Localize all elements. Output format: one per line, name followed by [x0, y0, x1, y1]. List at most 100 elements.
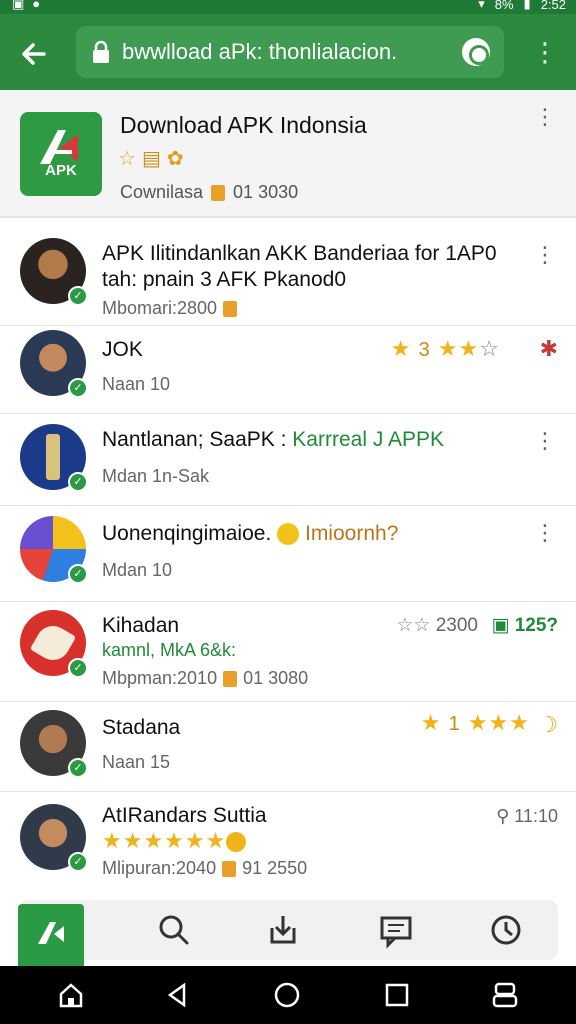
download-badge-icon — [211, 184, 226, 201]
list-item[interactable]: ✓ AtIRandars Suttia ★★★★★★ Mlipuran:2040… — [0, 792, 576, 888]
app-logo: APK — [20, 112, 102, 196]
more-options-icon[interactable]: ⋮ — [534, 430, 556, 452]
download-badge-icon — [222, 860, 237, 877]
download-badge-icon — [223, 670, 238, 687]
item-subtitle: Mdan 1n-Sak — [102, 466, 210, 486]
item-title-text: Uonenqingimaioe. — [102, 522, 272, 545]
avatar: ✓ — [20, 424, 88, 492]
item-title-accent: Karrreal J APPK — [292, 428, 445, 451]
battery-icon: ▮ — [523, 0, 531, 11]
recents-icon[interactable] — [382, 980, 412, 1010]
bottom-navigation — [18, 900, 558, 970]
rating-block: ☆☆ 2300 — [396, 614, 478, 637]
home-nav-button[interactable] — [18, 904, 84, 970]
item-subtitle: Naan 10 — [102, 374, 171, 394]
item-title: Kihadan — [102, 614, 180, 637]
list-item[interactable]: ✓ Kihadan kamnl, MkA 6&k: Mbpman:2010 01… — [0, 602, 576, 702]
overflow-menu-icon[interactable]: ⋮ — [532, 38, 558, 66]
item-title: Stadana — [102, 716, 181, 739]
avatar: ✓ — [20, 238, 88, 306]
address-bar[interactable]: bwwlload aPk: thonlialacion. — [76, 26, 504, 78]
meta-count: 01 3030 — [233, 182, 299, 202]
item-title: APK Ilitindanlkan AKK Banderiaa for 1AP0 — [102, 242, 497, 265]
item-subtitle: Naan 15 — [102, 752, 171, 772]
more-options-icon[interactable]: ⋮ — [534, 244, 556, 266]
lock-icon — [90, 40, 112, 64]
more-options-icon[interactable]: ⋮ — [534, 522, 556, 544]
rating-value: 3 — [418, 339, 431, 361]
puzzle-icon: ✿ — [166, 148, 184, 170]
app-header-card[interactable]: APK Download APK Indonsia ☆ ▤ ✿ Cownilas… — [0, 90, 576, 218]
search-icon[interactable] — [154, 910, 194, 950]
download-badge-icon — [223, 300, 238, 317]
signal-icon: ▾ — [478, 0, 485, 11]
verified-check-icon: ✓ — [68, 758, 88, 778]
item-title-text: Nantlanan; SaaPK : — [102, 428, 293, 451]
rating-text: 2300 — [435, 615, 478, 636]
back-icon[interactable] — [162, 980, 192, 1010]
item-title-accent: Imioornh? — [304, 522, 399, 545]
verified-check-icon: ✓ — [68, 564, 88, 584]
item-sub-text: Mlipuran:2040 — [102, 858, 217, 878]
back-arrow-icon[interactable] — [16, 36, 52, 72]
clock: 2:52 — [540, 0, 566, 12]
meta-label: Cownilasa — [120, 182, 204, 202]
star-outline-icon: ☆☆ — [396, 615, 431, 636]
rating-value: 1 — [448, 713, 461, 735]
item-sub-count: 91 2550 — [242, 858, 308, 878]
rating-stars: ★ 3 ★★☆ — [390, 336, 500, 361]
more-options-icon[interactable]: ⋮ — [534, 106, 556, 128]
square-icon: ▣ — [491, 615, 510, 636]
home-icon[interactable] — [56, 980, 86, 1010]
refresh-icon[interactable] — [462, 38, 490, 66]
rating-stars: ★ 1 ★★★ — [420, 710, 530, 735]
verified-check-icon: ✓ — [68, 658, 88, 678]
assistant-icon[interactable] — [490, 980, 520, 1010]
item-title: Uonenqingimaioe. Imioornh? — [102, 522, 398, 546]
list-item[interactable]: ✓ JOK Naan 10 ★ 3 ★★☆ ✱ — [0, 326, 576, 414]
avatar: ✓ — [20, 710, 88, 778]
list-item[interactable]: ✓ Uonenqingimaioe. Imioornh? Mdan 10 ⋮ — [0, 506, 576, 602]
app-bar: bwwlload aPk: thonlialacion. ⋮ — [0, 14, 576, 90]
chat-icon: ● — [32, 0, 41, 11]
notification-icon: ▣ — [12, 0, 25, 11]
list-item[interactable]: ✓ Stadana Naan 15 ★ 1 ★★★ ☽ — [0, 702, 576, 792]
item-time: ⚲ 11:10 — [496, 806, 558, 827]
verified-check-icon: ✓ — [68, 852, 88, 872]
avatar: ✓ — [20, 804, 88, 872]
compass-icon[interactable] — [486, 910, 526, 950]
logo-label: APK — [45, 162, 77, 179]
item-title: JOK — [102, 338, 143, 361]
favorite-icon[interactable]: ✱ — [540, 336, 558, 362]
item-sub-count: 01 3080 — [243, 668, 309, 688]
download-icon[interactable] — [264, 910, 304, 950]
circle-home-icon[interactable] — [272, 980, 302, 1010]
avatar: ✓ — [20, 516, 88, 584]
avatar: ✓ — [20, 610, 88, 678]
star-outline-icon: ☆ — [118, 148, 136, 170]
pin-icon: ⚲ — [496, 806, 510, 826]
url-text[interactable]: bwwlload aPk: thonlialacion. — [122, 39, 397, 65]
item-title-line2: kamnl, MkA 6&k: — [102, 640, 237, 660]
verified-check-icon: ✓ — [68, 378, 88, 398]
emoji-icon: ☽ — [538, 712, 558, 737]
item-title: AtIRandars Suttia — [102, 804, 267, 827]
item-subtitle: Mdan 10 — [102, 560, 173, 580]
header-icon-row: ☆ ▤ ✿ — [118, 146, 184, 171]
item-sub-text: Mbomari:2800 — [102, 298, 218, 318]
item-title: Nantlanan; SaaPK : Karrreal J APPK — [102, 428, 444, 452]
list-item[interactable]: ✓ Nantlanan; SaaPK : Karrreal J APPK Mda… — [0, 414, 576, 506]
time-text: 11:10 — [514, 806, 558, 826]
item-subtitle: Mbomari:2800 — [102, 298, 238, 319]
rating-stars: ★★★★★★ — [102, 828, 247, 854]
header-meta: Cownilasa 01 3030 — [120, 182, 298, 203]
messages-icon[interactable] — [376, 910, 416, 950]
item-sub-text: Mbpman:2010 — [102, 668, 218, 688]
list-item[interactable]: ✓ APK Ilitindanlkan AKK Banderiaa for 1A… — [0, 220, 576, 326]
document-icon: ▤ — [141, 148, 161, 170]
app-title: Download APK Indonsia — [120, 112, 367, 138]
emoji-icon — [277, 523, 300, 546]
item-subtitle: Mlipuran:2040 91 2550 — [102, 858, 307, 879]
system-navigation-bar — [0, 966, 576, 1024]
status-bar: ▣ ● ▾ 8% ▮ 2:52 — [0, 0, 576, 14]
